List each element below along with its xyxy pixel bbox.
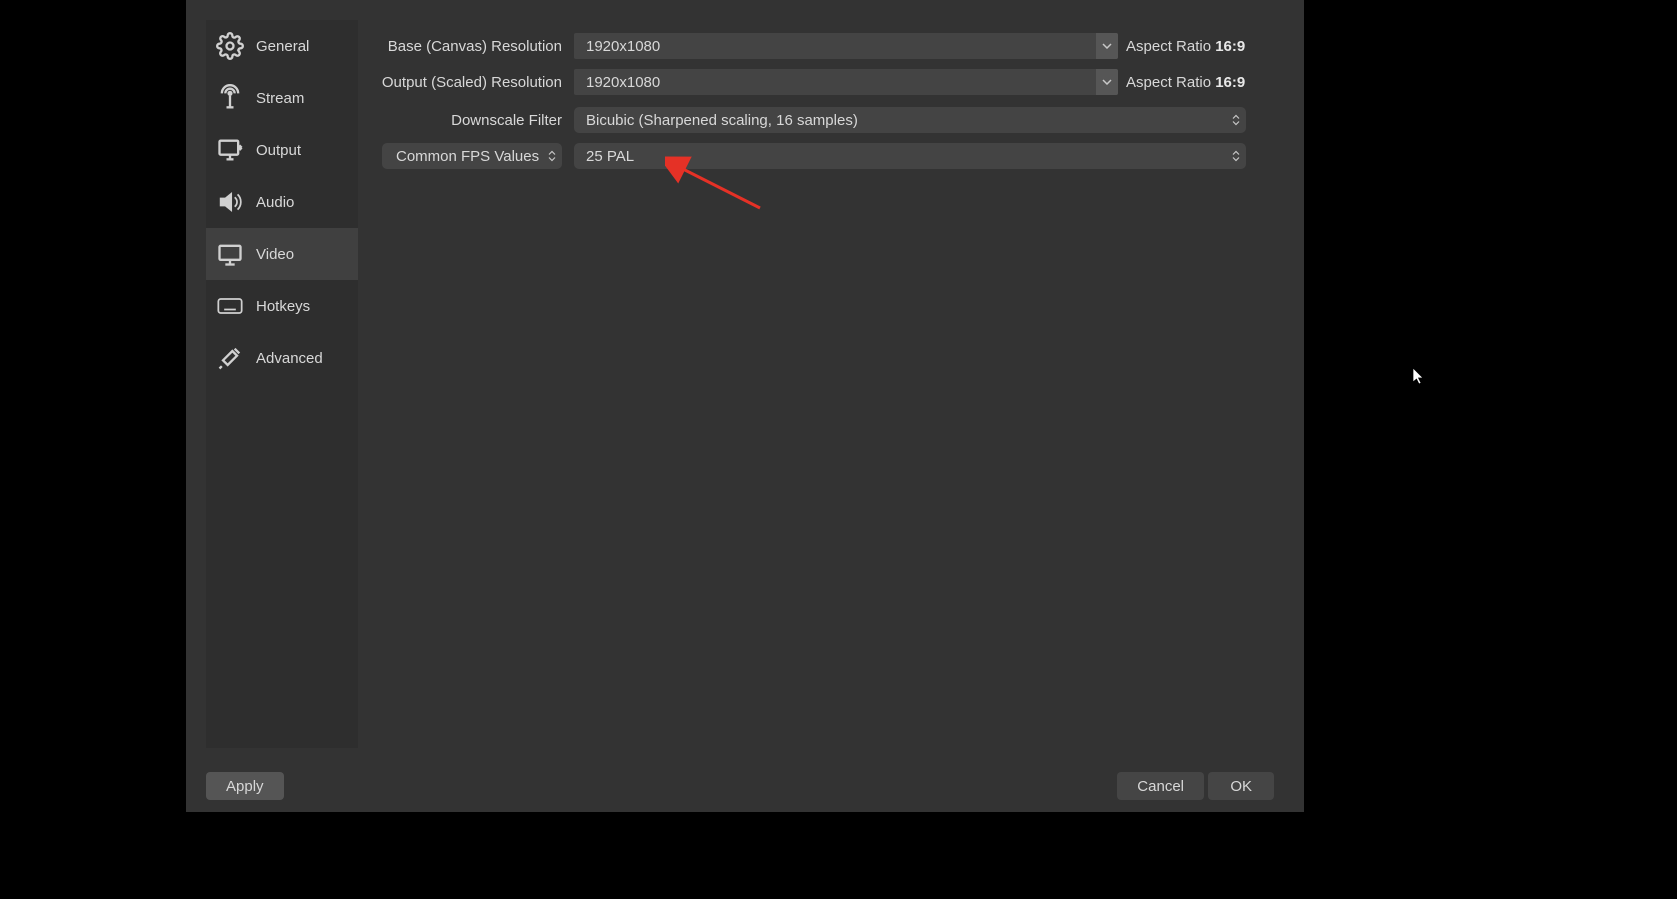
sidebar-item-label: Audio bbox=[256, 194, 294, 211]
base-resolution-label: Base (Canvas) Resolution bbox=[374, 38, 574, 55]
sidebar-item-stream[interactable]: Stream bbox=[206, 72, 358, 124]
fps-value-select[interactable]: 25 PAL bbox=[574, 143, 1246, 169]
sidebar-item-advanced[interactable]: Advanced bbox=[206, 332, 358, 384]
output-resolution-combo[interactable]: 1920x1080 bbox=[574, 69, 1118, 95]
downscale-filter-label: Downscale Filter bbox=[374, 112, 574, 129]
sidebar-item-output[interactable]: Output bbox=[206, 124, 358, 176]
fps-mode-value: Common FPS Values bbox=[396, 148, 539, 165]
settings-window: General Stream Output Audio Video bbox=[186, 0, 1304, 812]
video-settings-panel: Base (Canvas) Resolution 1920x1080 Aspec… bbox=[374, 20, 1284, 792]
cancel-button[interactable]: Cancel bbox=[1117, 772, 1204, 800]
speaker-icon bbox=[214, 186, 246, 218]
sidebar-item-video[interactable]: Video bbox=[206, 228, 358, 280]
gear-icon bbox=[214, 30, 246, 62]
keyboard-icon bbox=[214, 290, 246, 322]
apply-button[interactable]: Apply bbox=[206, 772, 284, 800]
updown-icon bbox=[1232, 115, 1240, 126]
sidebar-item-label: Video bbox=[256, 246, 294, 263]
mouse-cursor bbox=[1412, 367, 1426, 387]
sidebar-item-label: Output bbox=[256, 142, 301, 159]
downscale-filter-row: Downscale Filter Bicubic (Sharpened scal… bbox=[374, 102, 1284, 138]
sidebar-item-label: Hotkeys bbox=[256, 298, 310, 315]
base-aspect-ratio: Aspect Ratio 16:9 bbox=[1126, 38, 1245, 55]
sidebar-item-label: Advanced bbox=[256, 350, 323, 367]
updown-icon bbox=[548, 151, 556, 162]
sidebar-item-label: Stream bbox=[256, 90, 304, 107]
downscale-filter-value: Bicubic (Sharpened scaling, 16 samples) bbox=[586, 112, 858, 129]
base-resolution-value: 1920x1080 bbox=[586, 38, 660, 55]
output-aspect-ratio: Aspect Ratio 16:9 bbox=[1126, 74, 1245, 91]
monitor-icon bbox=[214, 238, 246, 270]
output-resolution-value: 1920x1080 bbox=[586, 74, 660, 91]
sidebar-item-label: General bbox=[256, 38, 309, 55]
base-resolution-row: Base (Canvas) Resolution 1920x1080 Aspec… bbox=[374, 28, 1284, 64]
chevron-down-icon bbox=[1096, 33, 1118, 59]
base-resolution-combo[interactable]: 1920x1080 bbox=[574, 33, 1118, 59]
output-icon bbox=[214, 134, 246, 166]
antenna-icon bbox=[214, 82, 246, 114]
updown-icon bbox=[1232, 151, 1240, 162]
output-resolution-label: Output (Scaled) Resolution bbox=[374, 74, 574, 91]
ok-button[interactable]: OK bbox=[1208, 772, 1274, 800]
tools-icon bbox=[214, 342, 246, 374]
output-resolution-row: Output (Scaled) Resolution 1920x1080 Asp… bbox=[374, 64, 1284, 100]
sidebar-item-hotkeys[interactable]: Hotkeys bbox=[206, 280, 358, 332]
settings-sidebar: General Stream Output Audio Video bbox=[206, 20, 358, 748]
fps-mode-select[interactable]: Common FPS Values bbox=[382, 143, 562, 169]
downscale-filter-select[interactable]: Bicubic (Sharpened scaling, 16 samples) bbox=[574, 107, 1246, 133]
sidebar-item-audio[interactable]: Audio bbox=[206, 176, 358, 228]
fps-row: Common FPS Values 25 PAL bbox=[374, 138, 1284, 174]
sidebar-item-general[interactable]: General bbox=[206, 20, 358, 72]
fps-value: 25 PAL bbox=[586, 148, 634, 165]
chevron-down-icon bbox=[1096, 69, 1118, 95]
dialog-footer: Apply Cancel OK bbox=[186, 770, 1304, 802]
